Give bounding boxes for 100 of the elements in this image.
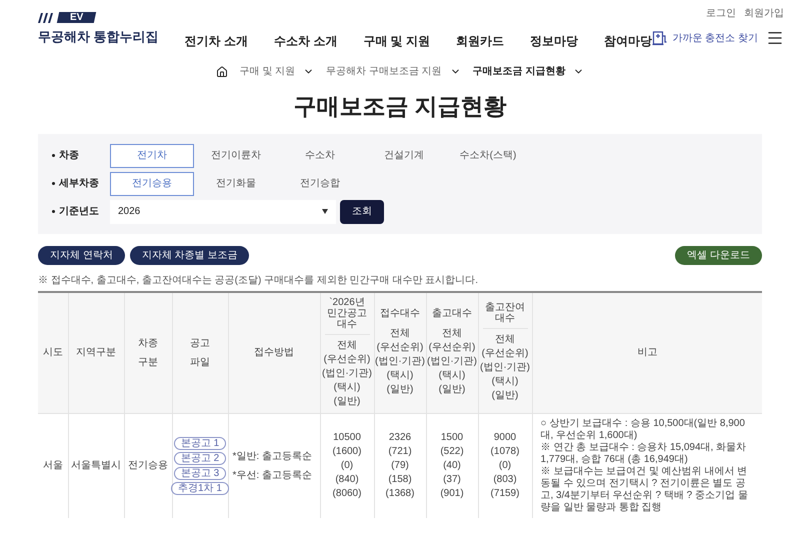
count-value: 9000 bbox=[494, 430, 516, 444]
count-value: (79) bbox=[391, 458, 409, 472]
column-subheader: (택시) bbox=[334, 380, 360, 394]
count-value: (37) bbox=[443, 472, 461, 486]
logo-badge: EV bbox=[56, 12, 97, 23]
charging-station-icon bbox=[652, 30, 668, 46]
top-link[interactable]: 로그인 bbox=[706, 6, 736, 21]
nav-link[interactable]: 정보마당 bbox=[530, 32, 578, 50]
column-subheader: (우선순위) bbox=[482, 347, 528, 361]
remark-text: ○ 상반기 보급대수 : 승용 10,500대(일반 8,900대, 우선순위 1,600대) bbox=[540, 418, 746, 442]
filter-label: 차종 bbox=[59, 149, 80, 163]
caret-icon bbox=[322, 209, 328, 214]
count-value: (1600) bbox=[332, 444, 362, 458]
column-subheader: (택시) bbox=[386, 369, 414, 383]
column-subheader: (법인·기관) bbox=[427, 355, 477, 369]
column-header: 출고잔여 bbox=[485, 302, 525, 313]
column-subheader: (우선순위) bbox=[324, 352, 370, 366]
table-note: ※ 접수대수, 출고대수, 출고잔여대수는 공공(조달) 구매대수를 제외한 민간구매 대수만 표시합니다. bbox=[38, 274, 479, 288]
option-button[interactable]: 전기차 bbox=[110, 144, 194, 168]
action-button[interactable]: 지자체 연락처 bbox=[38, 246, 125, 264]
breadcrumb-link[interactable]: 구매 및 지원 bbox=[240, 64, 296, 79]
column-subheader: (법인·기관) bbox=[322, 366, 372, 380]
site-logo-text[interactable]: 무공해차 통합누리집 bbox=[38, 27, 159, 46]
count-value: (158) bbox=[388, 472, 412, 486]
count-value: (803) bbox=[493, 472, 517, 486]
option-button[interactable]: 수소차 bbox=[278, 144, 362, 168]
column-subheader: (일반) bbox=[492, 389, 518, 403]
search-button[interactable]: 조회 bbox=[340, 200, 384, 224]
action-button[interactable]: 엑셀 다운로드 bbox=[675, 246, 762, 264]
table-cell: 전기승용 bbox=[124, 413, 172, 518]
column-header: 파일 bbox=[190, 356, 210, 370]
count-value: (7159) bbox=[490, 486, 520, 500]
column-subheader: (법인·기관) bbox=[480, 361, 530, 375]
table-cell: 서울특별시 bbox=[68, 413, 124, 518]
nav-link[interactable]: 참여마당 bbox=[604, 32, 652, 50]
table-cell: 서울 bbox=[38, 413, 68, 518]
option-button[interactable]: 전기이륜차 bbox=[194, 144, 278, 168]
column-subheader: (일반) bbox=[386, 383, 414, 397]
count-value: (901) bbox=[440, 486, 464, 500]
count-value: 1500 bbox=[440, 430, 464, 444]
count-value: 10500 bbox=[333, 430, 361, 444]
home-icon[interactable] bbox=[216, 66, 228, 78]
file-link-button[interactable]: 본공고 3 bbox=[174, 466, 226, 480]
menu-icon[interactable] bbox=[766, 29, 784, 47]
breadcrumb-link[interactable]: 무공해차 구매보조금 지원 bbox=[326, 64, 442, 79]
count-value: (0) bbox=[340, 458, 354, 472]
year-select[interactable]: 2026 bbox=[110, 200, 336, 224]
nav-link[interactable]: 전기차 소개 bbox=[184, 32, 248, 50]
column-header: 시도 bbox=[42, 346, 63, 360]
bullet-icon bbox=[52, 154, 55, 157]
column-header: 공고 bbox=[190, 336, 210, 350]
method-text: *일반: 출고등록순 bbox=[232, 450, 312, 464]
count-value: (0) bbox=[498, 458, 512, 472]
count-value: (1078) bbox=[490, 444, 520, 458]
filter-label: 세부차종 bbox=[59, 177, 100, 191]
column-subheader: 전체 bbox=[495, 333, 515, 347]
column-header: 구분 bbox=[138, 356, 158, 370]
column-subheader: (일반) bbox=[438, 383, 466, 397]
stripes-icon bbox=[38, 12, 56, 22]
column-subheader: 전체 bbox=[337, 338, 357, 352]
nav-link[interactable]: 구매 및 지원 bbox=[363, 32, 430, 50]
column-header: 민간공고 bbox=[327, 308, 367, 318]
nav-link[interactable]: 수소차 소개 bbox=[274, 32, 338, 50]
file-link-button[interactable]: 본공고 1 bbox=[174, 436, 226, 450]
option-button[interactable]: 전기승합 bbox=[278, 172, 362, 196]
column-header: 비고 bbox=[637, 346, 658, 360]
count-value: 2326 bbox=[388, 430, 412, 444]
column-header: 차종 bbox=[138, 336, 158, 350]
page-title: 구매보조금 지급현황 bbox=[292, 92, 508, 121]
nav-link[interactable]: 회원카드 bbox=[456, 32, 504, 50]
file-link-button[interactable]: 본공고 2 bbox=[174, 452, 226, 464]
option-button[interactable]: 수소차(스택) bbox=[446, 144, 530, 168]
top-link[interactable]: 회원가입 bbox=[744, 6, 784, 21]
column-subheader: (일반) bbox=[334, 394, 360, 408]
bullet-icon bbox=[52, 182, 55, 185]
option-button[interactable]: 건설기계 bbox=[362, 144, 446, 168]
count-value: (40) bbox=[443, 458, 461, 472]
action-button[interactable]: 지자체 차종별 보조금 bbox=[130, 246, 250, 264]
count-value: (8060) bbox=[332, 486, 362, 500]
column-header: `2026년 bbox=[329, 296, 365, 308]
column-subheader: 전체 bbox=[390, 327, 410, 341]
count-value: (1368) bbox=[386, 486, 414, 500]
option-button[interactable]: 전기화물 bbox=[194, 172, 278, 196]
column-header: 출고대수 bbox=[432, 308, 472, 319]
column-header: 접수대수 bbox=[380, 308, 420, 319]
charger-link[interactable]: 가까운 충전소 찾기 bbox=[652, 30, 758, 46]
bullet-icon bbox=[52, 210, 55, 213]
count-value: (840) bbox=[335, 472, 359, 486]
column-subheader: (택시) bbox=[492, 375, 518, 389]
column-header: 대수 bbox=[495, 313, 515, 324]
option-button[interactable]: 전기승용 bbox=[110, 172, 194, 196]
file-link-button[interactable]: 추경1차 1 bbox=[171, 482, 229, 494]
filter-label: 기준년도 bbox=[59, 205, 100, 219]
remark-text: ※ 연간 총 보급대수 : 승용차 15,094대, 화물차 1,779대, 승합 76대 (총 16,949대) bbox=[540, 442, 748, 466]
column-subheader: (법인·기관) bbox=[375, 355, 425, 369]
column-subheader: 전체 bbox=[442, 327, 462, 341]
column-header: 접수방법 bbox=[254, 346, 294, 360]
method-text: *우선: 출고등록순 bbox=[232, 468, 312, 482]
breadcrumb-link[interactable]: 구매보조금 지급현황 bbox=[472, 64, 566, 79]
column-subheader: (택시) bbox=[438, 369, 466, 383]
